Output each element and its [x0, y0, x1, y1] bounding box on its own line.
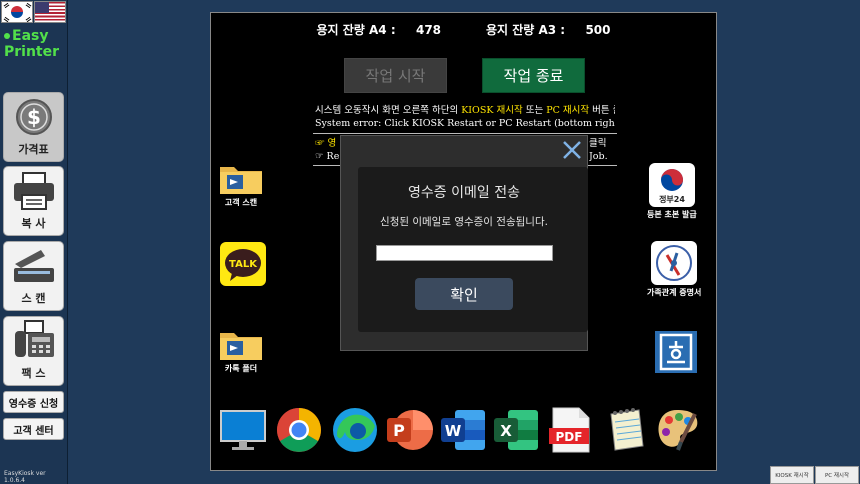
brand-line1: Easy — [12, 28, 49, 44]
paper-status: 용지 잔량 A4 : 478 용지 잔량 A3 : 500 — [211, 21, 716, 38]
word-app[interactable]: W — [439, 407, 487, 453]
paper-a4-label: 용지 잔량 A4 : — [316, 23, 396, 37]
job-start-button[interactable]: 작업 시작 — [344, 58, 447, 93]
pc-restart-button[interactable]: PC 재시작 — [815, 466, 859, 484]
kakao-folder-caption: 카톡 폴더 — [224, 364, 258, 373]
family-cert-app[interactable]: 가족관계 증명서 — [647, 241, 701, 298]
printer-icon — [13, 172, 54, 210]
brand-line2: Printer — [4, 44, 60, 60]
word-letter: W — [445, 422, 462, 440]
price-list-button[interactable]: $ 가격표 — [3, 92, 64, 162]
confirm-button[interactable]: 확인 — [415, 278, 513, 310]
notepad-app[interactable] — [601, 406, 647, 454]
korean-flag-icon[interactable] — [1, 1, 33, 23]
notepad-icon — [610, 408, 644, 451]
notice-ko-mid: 또는 — [522, 105, 547, 116]
price-list-label: 가격표 — [18, 143, 49, 156]
copy-label: 복 사 — [21, 217, 46, 230]
powerpoint-icon: P — [387, 410, 433, 450]
scan-label: 스 캔 — [21, 292, 46, 305]
monitor-icon — [220, 410, 266, 450]
paper-a3-label: 용지 잔량 A3 : — [485, 23, 566, 37]
notice-english: System error: Click KIOSK Restart or PC … — [315, 118, 615, 129]
notice-korean: 시스템 오동작시 화면 오른쪽 하단의 KIOSK 재시작 또는 PC 재시작 … — [315, 104, 615, 117]
paint-icon — [658, 410, 698, 451]
paper-a4-value: 478 — [415, 23, 442, 37]
word-icon: W — [441, 410, 485, 450]
gov24-caption: 등본 초본 발급 — [647, 210, 697, 219]
excel-app[interactable]: X — [492, 407, 540, 453]
notice-ko-pc: PC 재시작 — [546, 105, 590, 116]
kakaotalk-icon: TALK — [220, 242, 266, 286]
edge-icon — [333, 408, 377, 452]
job-end-button[interactable]: 작업 종료 — [482, 58, 585, 93]
edge-app[interactable] — [331, 406, 379, 454]
customer-center-button[interactable]: 고객 센터 — [3, 418, 64, 440]
hangul-doc-icon — [655, 331, 697, 373]
notice-ko-prefix: 시스템 오동작시 화면 오른쪽 하단의 — [315, 105, 462, 116]
svg-text:$: $ — [27, 105, 41, 129]
modal-title: 영수증 이메일 전송 — [408, 185, 520, 201]
monitor-app[interactable] — [219, 409, 267, 453]
gov24-app[interactable]: 정부24 등본 초본 발급 — [647, 163, 697, 220]
fax-label: 팩 스 — [21, 367, 46, 380]
email-input[interactable] — [376, 245, 553, 261]
kakao-folder-app[interactable]: 카톡 폴더 — [219, 329, 263, 374]
receipt-email-modal: 영수증 이메일 전송 신청된 이메일로 영수증이 전송됩니다. 확인 — [340, 135, 588, 351]
paint-app[interactable] — [655, 406, 701, 454]
notice-ko-kiosk: KIOSK 재시작 — [461, 105, 523, 116]
family-cert-icon — [651, 241, 698, 285]
customer-scan-caption: 고객 스캔 — [224, 198, 258, 207]
paper-a3-value: 500 — [585, 23, 611, 37]
brand-logo: Easy Printer — [4, 28, 66, 60]
scan-folder-icon — [220, 167, 262, 194]
scan-button[interactable]: 스 캔 — [3, 241, 64, 311]
notice2-left1-text: ☞ 영 — [315, 138, 337, 149]
brand-dot-icon — [4, 33, 10, 39]
pdf-text: PDF — [556, 430, 583, 444]
notice-divider — [313, 133, 617, 134]
scanner-icon — [13, 250, 54, 282]
family-cert-caption: 가족관계 증명서 — [647, 288, 702, 297]
sidebar: Easy Printer $ 가격표 복 사 스 캔 팩 스 영수증 신청 고객… — [0, 0, 68, 484]
close-icon[interactable] — [561, 139, 583, 161]
kakao-folder-icon — [220, 333, 262, 360]
us-flag-icon[interactable] — [34, 1, 66, 23]
notice2-right-2: Job. — [589, 151, 608, 162]
kiosk-restart-button[interactable]: KIOSK 재시작 — [770, 466, 814, 484]
copy-button[interactable]: 복 사 — [3, 166, 64, 236]
excel-icon: X — [494, 410, 538, 450]
chrome-app[interactable] — [275, 406, 323, 454]
gov24-icon-text: 정부24 — [659, 194, 685, 204]
powerpoint-app[interactable]: P — [385, 407, 433, 453]
kakaotalk-app[interactable]: TALK — [220, 242, 266, 286]
dollar-icon: $ — [15, 99, 52, 135]
hangul-doc-app[interactable] — [653, 329, 699, 375]
notice-ko-suffix: 버튼 클릭 — [592, 105, 615, 116]
notice2-right-1: 클릭 — [589, 138, 607, 149]
kakao-icon-text: TALK — [229, 259, 258, 270]
modal-message: 신청된 이메일로 영수증이 전송됩니다. — [380, 216, 548, 228]
fax-icon — [14, 320, 54, 357]
chrome-icon — [277, 408, 321, 452]
pdf-app[interactable]: PDF — [547, 406, 593, 454]
excel-letter: X — [500, 422, 512, 440]
customer-scan-app[interactable]: 고객 스캔 — [219, 163, 263, 208]
version-label: EasyKiosk ver 1.0.6.4 — [4, 470, 46, 484]
gov24-icon: 정부24 — [648, 163, 695, 207]
pdf-icon: PDF — [549, 407, 590, 453]
ppt-letter: P — [393, 421, 405, 440]
receipt-request-button[interactable]: 영수증 신청 — [3, 391, 64, 413]
fax-button[interactable]: 팩 스 — [3, 316, 64, 386]
